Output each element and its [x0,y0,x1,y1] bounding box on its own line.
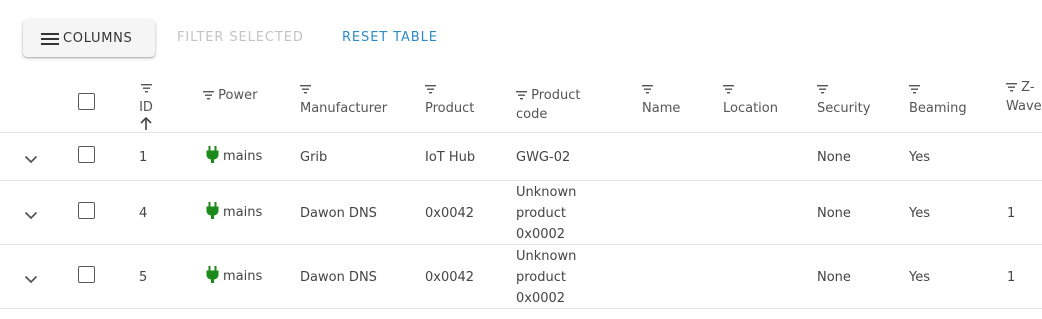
column-header-security[interactable]: Security [817,80,870,118]
column-header-zwave[interactable]: Z- Wave+ [1006,78,1042,116]
column-header-label: Name [642,101,681,116]
product-code-line: 0x0002 [516,227,566,242]
table-row[interactable]: 4 mains Dawon DNS 0x0042 Unknown product… [0,181,1042,245]
cell-id: 5 [139,270,148,285]
filter-selected-button[interactable]: FILTER SELECTED [177,30,304,45]
filter-icon[interactable] [642,85,653,94]
chevron-down-icon[interactable] [24,153,38,164]
product-code-line: Unknown [516,185,577,200]
cell-power: mains [206,202,262,223]
chevron-down-icon[interactable] [24,209,38,220]
power-label: mains [223,205,263,220]
product-code-line: product [516,206,567,221]
power-plug-icon [206,202,219,219]
power-plug-icon [206,266,219,283]
power-label: mains [223,269,263,284]
cell-zwave: 1 [1007,206,1016,221]
column-header-product[interactable]: Product [425,80,474,118]
table-row[interactable]: 5 mains Dawon DNS 0x0042 Unknown product… [0,245,1042,309]
cell-product-code: Unknown product 0x0002 [516,182,576,245]
table-row[interactable]: 1 mains Grib IoT Hub GWG-02 None Yes [0,133,1042,181]
cell-beaming: Yes [909,150,930,165]
select-all-checkbox[interactable] [78,93,95,110]
column-header-power[interactable]: Power [203,86,257,105]
filter-icon[interactable] [300,85,311,94]
chevron-down-icon[interactable] [24,273,38,284]
column-header-label: Security [817,101,871,116]
product-code-line: 0x0002 [516,291,566,306]
column-header-product-code[interactable]: Product code [516,86,581,124]
row-checkbox[interactable] [78,146,95,163]
table-toolbar: COLUMNS FILTER SELECTED RESET TABLE [0,0,1042,75]
cell-manufacturer: Dawon DNS [300,270,377,285]
column-header-label: Location [723,101,778,116]
cell-security: None [817,206,851,221]
column-header-name[interactable]: Name [642,80,680,118]
column-header-label: Product [531,88,581,103]
table-header: ID Power Manufacturer Product Product co… [0,75,1042,133]
column-header-label: Manufacturer [300,101,388,116]
filter-icon[interactable] [140,84,152,93]
column-header-id[interactable]: ID [138,79,154,137]
reset-table-button[interactable]: RESET TABLE [342,30,438,45]
cell-power: mains [206,146,262,167]
column-header-label: Z- [1021,80,1035,95]
filter-icon[interactable] [516,91,527,100]
power-label: mains [223,149,263,164]
power-plug-icon [206,146,219,163]
product-code-line: Unknown [516,249,577,264]
product-code-line: product [516,270,567,285]
cell-id: 4 [139,206,148,221]
filter-icon[interactable] [425,85,436,94]
cell-beaming: Yes [909,270,930,285]
cell-product: 0x0042 [425,270,475,285]
column-header-beaming[interactable]: Beaming [909,80,967,118]
cell-product-code: GWG-02 [516,150,571,165]
cell-manufacturer: Grib [300,150,328,165]
cell-manufacturer: Dawon DNS [300,206,377,221]
cell-security: None [817,270,851,285]
column-header-location[interactable]: Location [723,80,778,118]
cell-power: mains [206,266,262,287]
filter-icon[interactable] [723,85,734,94]
filter-icon[interactable] [909,85,920,94]
row-checkbox[interactable] [78,202,95,219]
cell-product-code: Unknown product 0x0002 [516,246,576,309]
column-header-label: Beaming [909,101,967,116]
menu-icon [41,32,61,46]
column-header-label-line2: Wave+ [1006,99,1042,114]
columns-button-label: COLUMNS [63,31,133,46]
column-header-label: Product [425,101,475,116]
column-header-manufacturer[interactable]: Manufacturer [300,80,387,118]
filter-icon[interactable] [203,91,214,100]
cell-zwave: 1 [1007,270,1016,285]
filter-icon[interactable] [817,85,828,94]
cell-security: None [817,150,851,165]
cell-id: 1 [139,150,148,165]
cell-product: 0x0042 [425,206,475,221]
cell-product: IoT Hub [425,150,476,165]
column-header-label: ID [139,100,153,115]
columns-button[interactable]: COLUMNS [23,20,155,57]
sort-ascending-icon[interactable] [140,116,152,131]
cell-beaming: Yes [909,206,930,221]
filter-icon[interactable] [1006,83,1017,92]
column-header-label-line2: code [516,107,548,122]
row-checkbox[interactable] [78,266,95,283]
column-header-label: Power [218,88,258,103]
